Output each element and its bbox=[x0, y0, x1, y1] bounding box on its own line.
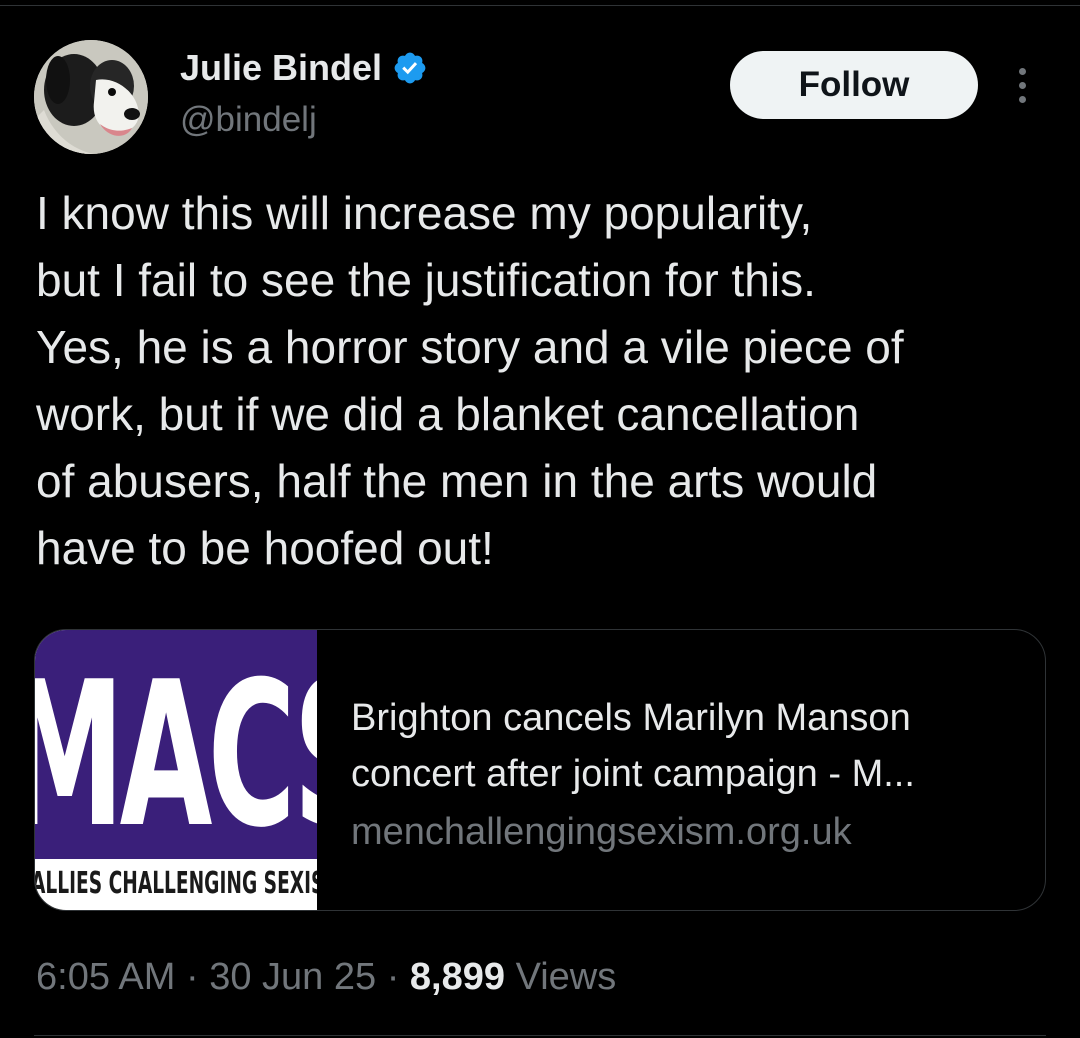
link-card-title: Brighton cancels Marilyn Manson concert … bbox=[351, 690, 1021, 802]
link-card-title-line: concert after joint campaign - M... bbox=[351, 753, 915, 795]
tweet-time[interactable]: 6:05 AM bbox=[36, 956, 175, 998]
more-vertical-icon bbox=[1018, 67, 1026, 75]
meta-separator: · bbox=[185, 956, 199, 998]
author-avatar[interactable] bbox=[34, 40, 148, 154]
views-label: Views bbox=[515, 956, 617, 998]
author-display-name[interactable]: Julie Bindel bbox=[180, 46, 382, 90]
bottom-divider bbox=[34, 1035, 1046, 1036]
tweet-text-line: but I fail to see the justification for … bbox=[36, 254, 816, 306]
macs-logo: MACS bbox=[35, 639, 317, 872]
tweet-text-line: of abusers, half the men in the arts wou… bbox=[36, 455, 878, 507]
tweet-date[interactable]: 30 Jun 25 bbox=[209, 956, 376, 998]
tweet-text-line: I know this will increase my popularity, bbox=[36, 187, 813, 239]
follow-button[interactable]: Follow bbox=[730, 51, 978, 119]
link-card-thumbnail[interactable]: MACS ALLIES CHALLENGING SEXISM bbox=[35, 630, 317, 910]
verified-badge-icon[interactable] bbox=[392, 50, 428, 86]
tweet-text-line: have to be hoofed out! bbox=[36, 522, 494, 574]
more-vertical-icon bbox=[1018, 81, 1026, 89]
macs-tagline: ALLIES CHALLENGING SEXISM bbox=[35, 866, 317, 901]
link-preview-card[interactable]: MACS ALLIES CHALLENGING SEXISM Brighton … bbox=[34, 629, 1046, 911]
more-vertical-icon bbox=[1018, 95, 1026, 103]
top-divider bbox=[0, 5, 1080, 6]
tweet-text-line: Yes, he is a horror story and a vile pie… bbox=[36, 321, 904, 373]
author-name-row: Julie Bindel bbox=[180, 46, 428, 90]
tweet-text: I know this will increase my popularity,… bbox=[36, 180, 1046, 582]
dog-avatar-icon bbox=[34, 40, 148, 154]
link-card-text[interactable]: Brighton cancels Marilyn Manson concert … bbox=[351, 690, 1021, 860]
link-card-title-line: Brighton cancels Marilyn Manson bbox=[351, 697, 911, 739]
tweet-text-line: work, but if we did a blanket cancellati… bbox=[36, 388, 860, 440]
more-options-button[interactable] bbox=[1004, 62, 1040, 108]
meta-separator: · bbox=[386, 956, 400, 998]
tweet-meta: 6:05 AM · 30 Jun 25 · 8,899 Views bbox=[36, 952, 616, 1002]
author-handle[interactable]: @bindelj bbox=[180, 98, 317, 142]
link-card-domain: menchallengingsexism.org.uk bbox=[351, 811, 852, 853]
views-count[interactable]: 8,899 bbox=[410, 956, 505, 998]
